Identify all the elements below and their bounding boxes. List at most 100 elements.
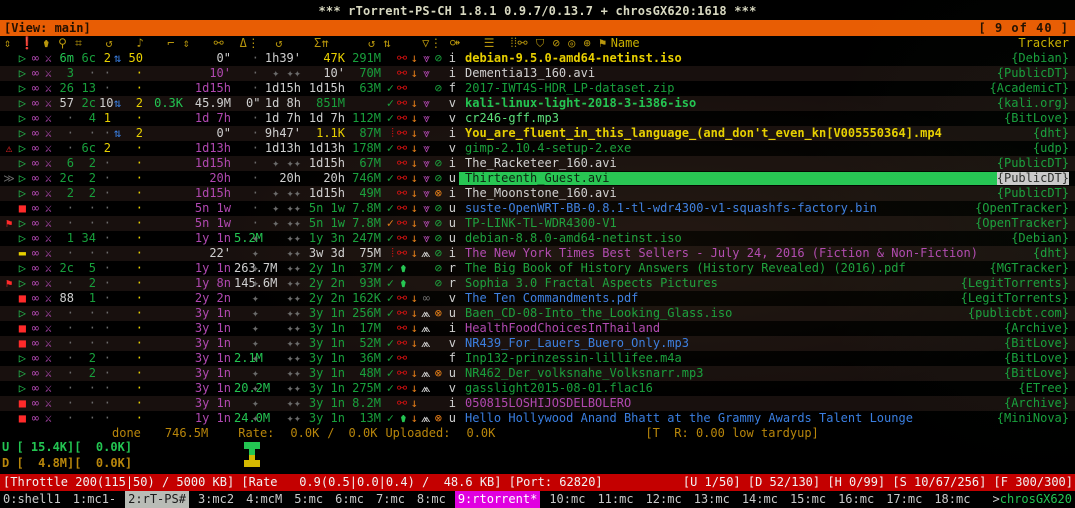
torrent-row[interactable]: ■ ∞ ⚔ · · · · 3y 1n ✦ ✦✦ 3y 1n 8.2M ⚯ ↓ i 050815LOSHIJO… — [0, 396, 1075, 411]
tmux-tab[interactable]: 17:mc — [883, 491, 925, 508]
torrent-row[interactable]: ■ ∞ ⚔ · · · · 1y 1n 24.0M ✦ ✦✦ 3y 1n 13M ✓ ⚱ ↓ ⩕ ⊗ u Hello … — [0, 411, 1075, 426]
torrent-row[interactable]: ▷ ∞ ⚔ · 2 · · 3y 1n 2.1M ✦ ✦✦ 3y 1n 36M ✓ ⚯ f Inp132-pri… — [0, 351, 1075, 366]
tmux-tab-bar[interactable]: 0:shell1 1:mc1- 2:rT-PS# 3:mc2 4:mcM 5:m… — [0, 491, 1075, 508]
row-cell: ⚔ — [44, 396, 52, 410]
row-cell — [234, 337, 246, 350]
tmux-tab[interactable]: 18:mc — [931, 491, 973, 508]
torrent-row[interactable]: ■ ∞ ⚔ · · · · 3y 1n ✦ ✦✦ 3y 1n 52M ✓ ⚯ ↓ ⩕ v NR439_For_La… — [0, 336, 1075, 351]
row-cell: 0.3K — [154, 96, 183, 110]
row-name-cell[interactable]: 050815LOSHIJOSDELBOLERO {Archive} — [459, 397, 1069, 410]
row-name-cell[interactable]: gasslight2015-08-01.flac16 {ETree} — [459, 382, 1069, 395]
tmux-tab[interactable]: 4:mcM — [243, 491, 285, 508]
row-name-cell[interactable]: The_Moonstone_160.avi {PublicDT} — [459, 187, 1069, 200]
tmux-tab[interactable]: 13:mc — [691, 491, 733, 508]
torrent-row[interactable]: ■ ∞ ⚔ · · · · 3y 1n ✦ ✦✦ 3y 1n 17M ⚯ ↓ ⩕ i HealthFoodCho… — [0, 321, 1075, 336]
row-cell: ⊘ — [434, 171, 442, 185]
torrent-row[interactable]: ▬ ∞ ⚔ · · · · 22' ✦ ✦✦ 3w 3d 75M ⦙ ⚯ ↓ ⩕ ⊘ i The New York … — [0, 246, 1075, 261]
row-name-cell[interactable]: HealthFoodChoicesInThailand {Archive} — [459, 322, 1069, 335]
row-name-cell[interactable]: The Big Book of History Answers (History… — [459, 262, 1069, 275]
row-cell: 1d13h — [264, 141, 301, 155]
tmux-tab[interactable]: 16:mc — [835, 491, 877, 508]
torrent-row[interactable]: ▷ ∞ ⚔ · · · · 3y 1n 20.2M ✦ ✦✦ 3y 1n 275M ✓ ⚯ ↓ ⩕ v gassli… — [0, 381, 1075, 396]
row-cell: v — [448, 141, 456, 155]
row-name-cell[interactable]: NR462_Der_volksnahe_Volksnarr.mp3 {BitLov… — [459, 367, 1069, 380]
tmux-tab[interactable]: 15:mc — [787, 491, 829, 508]
torrent-row[interactable]: ▷ ∞ ⚔ · 4 1 · 1d 7h · 1d 7h 1d 7h 112M ✓ ⚯ ↓ ⩔ v cr246-gf… — [0, 111, 1075, 126]
row-cell: 57 — [59, 96, 74, 110]
tmux-tab[interactable]: 2:rT-PS# — [125, 491, 189, 508]
row-name-cell[interactable]: Baen_CD-08-Into_the_Looking_Glass.iso {pu… — [459, 307, 1069, 320]
tmux-tab[interactable]: 7:mc — [373, 491, 408, 508]
row-name-cell[interactable]: NR439_For_Lauers_Buero_Only.mp3 {BitLove} — [459, 337, 1069, 350]
row-cell — [114, 172, 124, 185]
torrent-row[interactable]: ▷ ∞ ⚔ 3 · · · 10' · ✦ ✦✦ 10' 70M ⚯ ↓ ⩔ i Dementia13_160.… — [0, 66, 1075, 81]
row-name-cell[interactable]: debian-8.8.0-amd64-netinst.iso {Debian} — [459, 232, 1069, 245]
torrent-row[interactable]: ■ ∞ ⚔ 88 1 · · 2y 2n ✦ ✦✦ 2y 2n 162K ✓ ⚯ ↓ ∞ v The Ten Co… — [0, 291, 1075, 306]
row-name-cell[interactable]: The Ten Commandments.pdf {LegitTorrents} — [459, 292, 1069, 305]
tmux-tab[interactable]: 5:mc — [291, 491, 326, 508]
tmux-tab[interactable]: 0:shell1 — [0, 491, 64, 508]
row-name-cell[interactable]: suste-OpenWRT-BB-0.8.1-tl-wdr4300-v1-squ… — [459, 202, 1069, 215]
row-cell — [146, 367, 186, 380]
torrent-row[interactable]: ≫ ▷ ∞ ⚔ 2c 2 · · 20h · 20h 20h 746M ✓ ⚯ ↓ ⩔ ⊘ u Thirteenth_… — [0, 171, 1075, 186]
row-name-cell[interactable]: Hello Hollywood Anand Bhatt at the Gramm… — [459, 412, 1069, 425]
row-cell: ⚔ — [44, 171, 52, 185]
torrent-row[interactable]: ▷ ∞ ⚔ 2c 5 · · 1y 1n 263.7M ✦ ✦✦ 2y 1n 37M ✓ ⚱ ⊘ r The Bi… — [0, 261, 1075, 276]
row-cell: 70M — [359, 66, 381, 80]
tmux-tab[interactable]: 8:mc — [414, 491, 449, 508]
torrent-row[interactable]: ⚠ ▷ ∞ ⚔ · 6c 2 · 1d13h · 1d13h 1d13h 178M ✓ ⚯ ↓ ⩔ v gimp-2… — [0, 141, 1075, 156]
tmux-tab[interactable]: 9:rtorrent* — [454, 491, 541, 508]
row-name-cell[interactable]: Dementia13_160.avi {PublicDT} — [459, 67, 1069, 80]
row-cell: ⚯ — [397, 231, 408, 245]
torrent-tracker: {PublicDT} — [996, 157, 1069, 170]
torrent-row[interactable]: ▷ ∞ ⚔ 57 2c 10 ⇅ 2 0.3K 45.9M 0" 1d 8h 851M ✓ ⚯ ↓ ⩔ v kali… — [0, 96, 1075, 111]
row-name-cell[interactable]: TP-LINK-TL-WDR4300-V1 {OpenTracker} — [459, 217, 1069, 230]
row-cell: ✦ — [251, 396, 259, 410]
tmux-tab[interactable]: 10:mc — [546, 491, 588, 508]
torrent-row[interactable]: ⚑ ▷ ∞ ⚔ · 2 · · 1y 8n 145.6M ✦ ✦✦ 2y 2n 93M ✓ ⚱ ⊘ r Sophia… — [0, 276, 1075, 291]
torrent-row[interactable]: ▷ ∞ ⚔ 6m 6c 2 ⇅ 50 0" · 1h39' 47K 291M ⚯ ↓ ⩔ ⊘ i debian-9.… — [0, 51, 1075, 66]
row-cell: 13M — [359, 411, 381, 425]
tmux-tab[interactable]: 12:mc — [643, 491, 685, 508]
row-cell: · — [103, 291, 111, 305]
row-cell: ✓ — [386, 351, 394, 365]
row-name-cell[interactable]: Thirteenth_Guest.avi {PublicDT} — [459, 172, 1069, 185]
tmux-tab[interactable]: 3:mc2 — [195, 491, 237, 508]
torrent-row[interactable]: ▷ ∞ ⚔ 2 2 · · 1d15h · ✦ ✦✦ 1d15h 49M ⚯ ↓ ⩔ ⊗ i The_Moonst… — [0, 186, 1075, 201]
row-cell: 2 — [88, 186, 96, 200]
row-name-cell[interactable]: Inp132-prinzessin-lillifee.m4a {BitLove} — [459, 352, 1069, 365]
tmux-tab[interactable]: 11:mc — [594, 491, 636, 508]
row-name-cell[interactable]: The_Racketeer_160.avi {PublicDT} — [459, 157, 1069, 170]
torrent-row[interactable]: ▷ ∞ ⚔ · · · · 3y 1n ✦ ✦✦ 3y 1n 256M ✓ ⚯ ↓ ⩕ ⊗ u Baen_CD-08… — [0, 306, 1075, 321]
torrent-row[interactable]: ▷ ∞ ⚔ 6 2 · · 1d15h · ✦ ✦✦ 1d15h 67M ⚯ ↓ ⩔ ⊘ i The_Racket… — [0, 156, 1075, 171]
torrent-row[interactable]: ▷ ∞ ⚔ · · · ⇅ 2 0" · 9h47' 1.1K 87M ⦙ ⚯ ↓ ⩔ i You_are_flue… — [0, 126, 1075, 141]
row-name-cell[interactable]: kali-linux-light-2018-3-i386-iso {kali.or… — [459, 97, 1069, 110]
torrent-row[interactable]: ▷ ∞ ⚔ 1 34 · · 1y 1n 5.2M ✦ ✦✦ 1y 3n 247M ✓ ⚯ ↓ ⩔ ⊘ u debia… — [0, 231, 1075, 246]
torrent-tracker: {BitLove} — [1003, 367, 1069, 380]
row-cell: i — [448, 186, 456, 200]
row-name-cell[interactable]: The New York Times Best Sellers - July 2… — [459, 247, 1069, 260]
row-cell: · — [135, 291, 143, 305]
row-cell: ⚔ — [44, 186, 52, 200]
row-name-cell[interactable]: debian-9.5.0-amd64-netinst.iso {Debian} — [459, 52, 1069, 65]
row-cell — [234, 82, 246, 95]
row-cell: ⊗ — [434, 411, 442, 425]
row-name-cell[interactable]: cr246-gff.mp3 {BitLove} — [459, 112, 1069, 125]
row-name-cell[interactable]: Sophia 3.0 Fractal Aspects Pictures {Legi… — [459, 277, 1069, 290]
row-cell: ⊘ — [434, 81, 442, 95]
torrent-row[interactable]: ■ ∞ ⚔ · · · · 5n 1w · ✦ ✦✦ 5n 1w 7.8M ✓ ⚯ ↓ ⩔ ⊘ u suste-Op… — [0, 201, 1075, 216]
tmux-tab[interactable]: 1:mc1- — [70, 491, 119, 508]
view-counter: [ 9 of 40 ] — [978, 20, 1069, 35]
view-name: [View: main] — [4, 20, 91, 35]
tmux-tab[interactable]: 6:mc — [332, 491, 367, 508]
row-cell: ↓ — [410, 186, 418, 200]
tmux-tab[interactable]: 14:mc — [739, 491, 781, 508]
row-name-cell[interactable]: 2017-IWT4S-HDR_LP-dataset.zip {AcademicT} — [459, 82, 1069, 95]
torrent-row[interactable]: ⚑ ▷ ∞ ⚔ · · · · 5n 1w · ✦ ✦✦ 5n 1w 7.8M ✓ ⚯ ↓ ⩔ ⊘ u TP-LINK… — [0, 216, 1075, 231]
row-name-cell[interactable]: gimp-2.10.4-setup-2.exe {udp} — [459, 142, 1069, 155]
row-name-cell[interactable]: You_are_fluent_in_this_language_(and_don… — [459, 127, 1069, 140]
torrent-row[interactable]: ▷ ∞ ⚔ · 2 · · 3y 1n ✦ ✦✦ 3y 1n 48M ✓ ⚯ ↓ ⩕ ⊗ u NR462_Der_v… — [0, 366, 1075, 381]
torrent-tracker: {BitLove} — [1003, 112, 1069, 125]
torrent-list[interactable]: ▷ ∞ ⚔ 6m 6c 2 ⇅ 50 0" · 1h39' 47K 291M ⚯ ↓ ⩔ ⊘ i debian-9.… — [0, 51, 1075, 426]
torrent-row[interactable]: ▷ ∞ ⚔ 26 13 · · 1d15h · 1d15h 1d15h 63M ✓ ⚯ ⊘ f 2017-IWT… — [0, 81, 1075, 96]
